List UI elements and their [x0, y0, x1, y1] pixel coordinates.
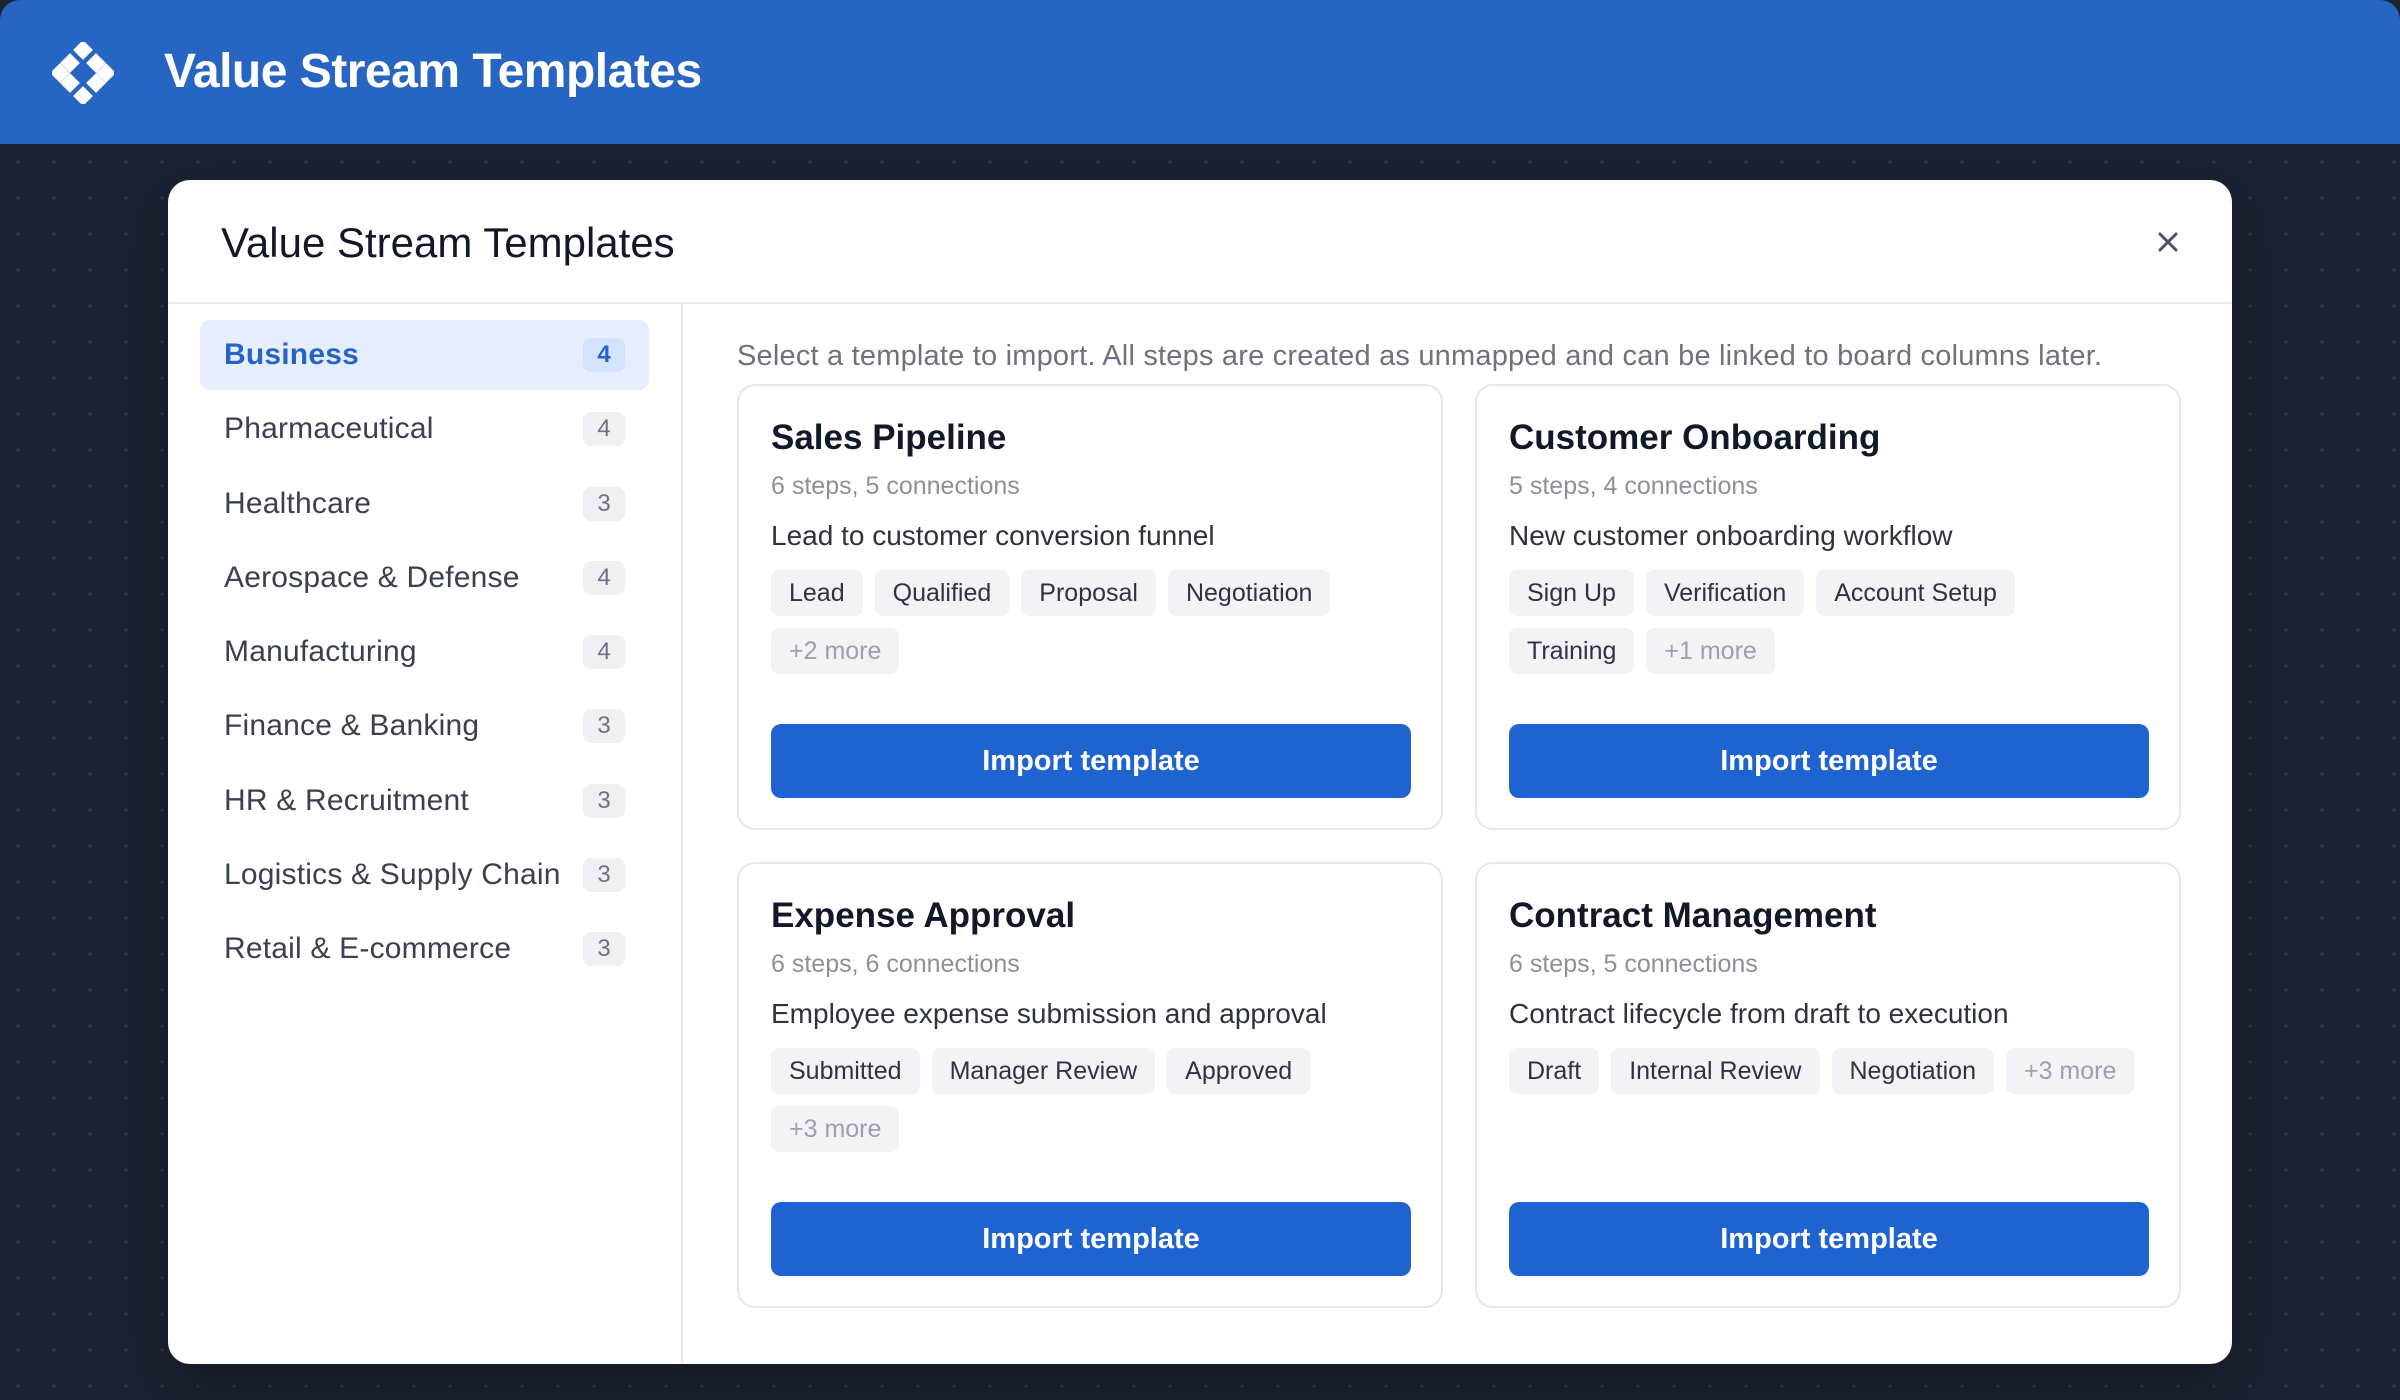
card-title: Sales Pipeline: [771, 418, 1007, 457]
step-tags: Draft Internal Review Negotiation +3 mor…: [1509, 1048, 2159, 1094]
sidebar-item-label: Healthcare: [224, 486, 372, 520]
diamond-grid-logo-icon: [52, 42, 114, 104]
card-description: Employee expense submission and approval: [771, 998, 1327, 1029]
card-description: Contract lifecycle from draft to executi…: [1509, 998, 2009, 1029]
card-description: New customer onboarding workflow: [1509, 520, 1953, 551]
step-tags: Submitted Manager Review Approved +3 mor…: [771, 1048, 1331, 1152]
step-tag: Account Setup: [1816, 570, 2015, 616]
sidebar-item-label: Business: [224, 338, 359, 371]
step-tag: Negotiation: [1167, 570, 1331, 616]
sidebar-item-healthcare[interactable]: Healthcare 3: [200, 469, 649, 539]
intro-text: Select a template to import. All steps a…: [737, 340, 2103, 372]
count-badge: 4: [583, 338, 625, 372]
card-meta: 6 steps, 5 connections: [771, 472, 1020, 500]
modal-header: Value Stream Templates: [168, 180, 2232, 304]
import-template-button[interactable]: Import template: [771, 1202, 1411, 1276]
step-tag: Verification: [1645, 570, 1805, 616]
sidebar-item-label: Retail & E-commerce: [224, 932, 512, 966]
sidebar-item-label: Aerospace & Defense: [224, 560, 520, 594]
template-card-sales-pipeline: Sales Pipeline 6 steps, 5 connections Le…: [737, 384, 1443, 830]
count-badge: 3: [583, 932, 625, 967]
close-button[interactable]: [2146, 220, 2190, 264]
app-title: Value Stream Templates: [164, 45, 702, 98]
sidebar-item-manufacturing[interactable]: Manufacturing 4: [200, 617, 649, 687]
step-tag: Negotiation: [1831, 1048, 1994, 1094]
template-card-expense-approval: Expense Approval 6 steps, 6 connections …: [737, 862, 1443, 1308]
count-badge: 4: [583, 635, 625, 670]
step-tag: Draft: [1509, 1048, 1600, 1094]
step-tags: Lead Qualified Proposal Negotiation +2 m…: [771, 570, 1331, 674]
card-meta: 6 steps, 5 connections: [1509, 950, 1758, 978]
count-badge: 4: [583, 412, 625, 447]
count-badge: 4: [583, 560, 625, 595]
sidebar-item-label: Logistics & Supply Chain: [224, 858, 561, 892]
sidebar-item-logistics-supply-chain[interactable]: Logistics & Supply Chain 3: [200, 840, 649, 910]
card-description: Lead to customer conversion funnel: [771, 520, 1215, 551]
sidebar-item-label: Finance & Banking: [224, 709, 480, 743]
import-template-button[interactable]: Import template: [1509, 724, 2149, 798]
card-title: Contract Management: [1509, 896, 1877, 935]
step-tag: Manager Review: [931, 1048, 1156, 1094]
close-icon: [2158, 232, 2178, 252]
templates-modal: Value Stream Templates Business 4 Pharma…: [168, 180, 2232, 1364]
app-header: Value Stream Templates: [0, 0, 2400, 144]
sidebar-item-aerospace-defense[interactable]: Aerospace & Defense 4: [200, 543, 649, 613]
sidebar-item-label: HR & Recruitment: [224, 783, 469, 817]
more-tags-badge: +3 more: [2005, 1048, 2135, 1094]
step-tag: Proposal: [1021, 570, 1156, 616]
card-meta: 6 steps, 6 connections: [771, 950, 1020, 978]
more-tags-badge: +1 more: [1646, 628, 1775, 674]
modal-title: Value Stream Templates: [221, 219, 675, 266]
sidebar-item-pharmaceutical[interactable]: Pharmaceutical 4: [200, 394, 649, 464]
templates-content: Select a template to import. All steps a…: [685, 304, 2232, 1364]
sidebar-item-label: Manufacturing: [224, 635, 417, 669]
card-meta: 5 steps, 4 connections: [1509, 472, 1758, 500]
sidebar-item-business[interactable]: Business 4: [200, 320, 649, 390]
sidebar-item-retail-ecommerce[interactable]: Retail & E-commerce 3: [200, 914, 649, 984]
step-tag: Submitted: [771, 1048, 920, 1094]
sidebar-item-label: Pharmaceutical: [224, 412, 434, 446]
count-badge: 3: [583, 783, 625, 818]
count-badge: 3: [583, 709, 625, 744]
card-title: Expense Approval: [771, 896, 1076, 935]
category-sidebar: Business 4 Pharmaceutical 4 Healthcare 3…: [168, 304, 683, 1364]
step-tag: Lead: [771, 570, 863, 616]
step-tag: Training: [1509, 628, 1635, 674]
template-card-contract-management: Contract Management 6 steps, 5 connectio…: [1475, 862, 2181, 1308]
import-template-button[interactable]: Import template: [1509, 1202, 2149, 1276]
import-template-button[interactable]: Import template: [771, 724, 1411, 798]
step-tag: Internal Review: [1611, 1048, 1820, 1094]
sidebar-item-finance-banking[interactable]: Finance & Banking 3: [200, 691, 649, 761]
sidebar-item-hr-recruitment[interactable]: HR & Recruitment 3: [200, 766, 649, 836]
more-tags-badge: +2 more: [771, 628, 900, 674]
count-badge: 3: [583, 858, 625, 893]
step-tag: Sign Up: [1509, 570, 1634, 616]
more-tags-badge: +3 more: [771, 1106, 900, 1152]
card-title: Customer Onboarding: [1509, 418, 1881, 457]
count-badge: 3: [583, 486, 625, 521]
step-tag: Approved: [1167, 1048, 1311, 1094]
step-tag: Qualified: [874, 570, 1010, 616]
step-tags: Sign Up Verification Account Setup Train…: [1509, 570, 2069, 674]
template-card-customer-onboarding: Customer Onboarding 5 steps, 4 connectio…: [1475, 384, 2181, 830]
